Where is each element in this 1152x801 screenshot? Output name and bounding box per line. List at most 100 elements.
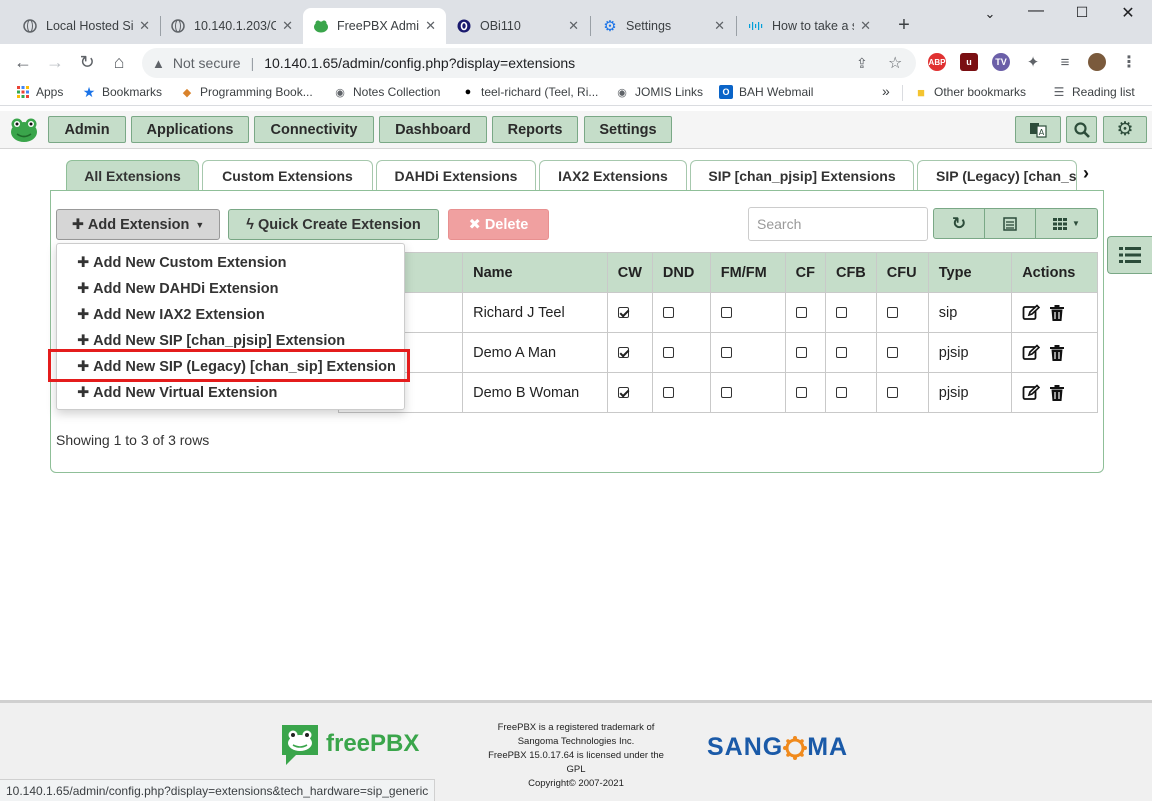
cw-checkbox[interactable] (617, 347, 629, 359)
cf-checkbox[interactable] (795, 347, 807, 359)
gear-icon[interactable]: ⚙ (1103, 116, 1147, 143)
search-icon[interactable] (1066, 116, 1097, 143)
share-icon[interactable]: ⇪ (856, 55, 868, 72)
refresh-button[interactable]: ↻ (933, 208, 985, 239)
browser-tab-how-to[interactable]: How to take a s ✕ (738, 8, 881, 44)
bookmark-teel-richard[interactable]: ● teel-richard (Teel, Ri... (461, 85, 599, 99)
browser-tab-local-hosted[interactable]: Local Hosted Si ✕ (12, 8, 160, 44)
column-header-cfu[interactable]: CFU (875, 252, 929, 293)
language-icon[interactable]: A (1015, 116, 1061, 143)
other-bookmarks[interactable]: ■ Other bookmarks (914, 85, 1026, 100)
tab-dahdi-extensions[interactable]: DAHDi Extensions (376, 160, 536, 191)
trash-icon[interactable] (1048, 384, 1066, 402)
browser-tab-10-140-1-203[interactable]: 10.140.1.203/C ✕ (160, 8, 303, 44)
trash-icon[interactable] (1048, 344, 1066, 362)
trash-icon[interactable] (1048, 304, 1066, 322)
profile-avatar[interactable] (1088, 53, 1106, 71)
column-header-cf[interactable]: CF (784, 252, 826, 293)
bookmark-notes-collection[interactable]: ◉ Notes Collection (333, 85, 440, 99)
maximize-icon[interactable]: ☐ (1070, 4, 1094, 21)
close-icon[interactable]: ✕ (139, 18, 150, 34)
tabs-scroll-right-chevron-icon[interactable]: › (1083, 163, 1089, 184)
column-header-cw[interactable]: CW (606, 252, 653, 293)
tab-sip-legacy-extensions[interactable]: SIP (Legacy) [chan_sip] Extensions (917, 160, 1077, 191)
browser-tab-obi110[interactable]: OBi110 ✕ (446, 8, 589, 44)
forward-arrow-icon[interactable]: → (44, 52, 66, 72)
column-header-fmfm[interactable]: FM/FM (709, 252, 786, 293)
edit-icon[interactable] (1022, 343, 1041, 362)
edit-icon[interactable] (1022, 303, 1041, 322)
tab-custom-extensions[interactable]: Custom Extensions (202, 160, 373, 191)
tab-iax2-extensions[interactable]: IAX2 Extensions (539, 160, 687, 191)
columns-button[interactable]: ▼ (1035, 208, 1098, 239)
column-header-dnd[interactable]: DND (651, 252, 711, 293)
cfu-checkbox[interactable] (886, 347, 898, 359)
bookmark-bookmarks[interactable]: ★ Bookmarks (82, 84, 162, 100)
browser-tab-settings[interactable]: ⚙ Settings ✕ (592, 8, 735, 44)
omnibox[interactable]: ▲ Not secure | 10.140.1.65/admin/config.… (142, 48, 916, 78)
quick-create-extension-button[interactable]: ϟ Quick Create Extension (228, 209, 439, 240)
dnd-checkbox[interactable] (662, 347, 674, 359)
fmfm-checkbox[interactable] (720, 307, 732, 319)
adblock-plus-icon[interactable]: ABP (928, 53, 946, 71)
menu-item-add-custom-extension[interactable]: ✚ Add New Custom Extension (77, 250, 287, 276)
warning-triangle-icon[interactable]: ▲ (152, 56, 165, 71)
reload-icon[interactable]: ↻ (76, 52, 98, 72)
menu-item-add-virtual-extension[interactable]: ✚ Add New Virtual Extension (77, 380, 277, 406)
dnd-checkbox[interactable] (662, 387, 674, 399)
close-icon[interactable]: ✕ (425, 18, 436, 34)
dnd-checkbox[interactable] (662, 307, 674, 319)
cw-checkbox[interactable] (617, 307, 629, 319)
close-icon[interactable]: ✕ (568, 18, 579, 34)
cfb-checkbox[interactable] (835, 387, 847, 399)
extensions-puzzle-icon[interactable]: ✦ (1024, 53, 1042, 71)
media-control-icon[interactable]: ≡ (1056, 53, 1074, 71)
tv-extension-icon[interactable]: TV (992, 53, 1010, 71)
cfu-checkbox[interactable] (886, 387, 898, 399)
nav-reports[interactable]: Reports (492, 116, 578, 143)
sangoma-logo[interactable]: SANG MA (707, 733, 848, 762)
side-menu-toggle-button[interactable] (1107, 236, 1152, 274)
edit-icon[interactable] (1022, 383, 1041, 402)
nav-dashboard[interactable]: Dashboard (379, 116, 487, 143)
bookmark-jomis-links[interactable]: ◉ JOMIS Links (615, 85, 703, 99)
new-tab-button[interactable]: + (892, 14, 916, 37)
tab-sip-pjsip-extensions[interactable]: SIP [chan_pjsip] Extensions (690, 160, 914, 191)
close-window-icon[interactable]: ✕ (1116, 3, 1140, 23)
fmfm-checkbox[interactable] (720, 347, 732, 359)
bookmark-apps[interactable]: Apps (16, 85, 63, 99)
cf-checkbox[interactable] (795, 387, 807, 399)
cfb-checkbox[interactable] (835, 307, 847, 319)
column-header-name[interactable]: Name (462, 252, 608, 293)
nav-admin[interactable]: Admin (48, 116, 126, 143)
menu-item-add-dahdi-extension[interactable]: ✚ Add New DAHDi Extension (77, 276, 278, 302)
home-icon[interactable]: ⌂ (108, 52, 130, 72)
reading-list[interactable]: ☰ Reading list (1052, 85, 1135, 99)
cfu-checkbox[interactable] (886, 307, 898, 319)
column-header-type[interactable]: Type (927, 252, 1013, 293)
tab-all-extensions[interactable]: All Extensions (66, 160, 199, 191)
search-input[interactable] (748, 207, 928, 241)
column-header-cfb[interactable]: CFB (824, 252, 877, 293)
add-extension-button[interactable]: ✚ Add Extension ▼ (56, 209, 220, 240)
freepbx-frog-logo[interactable] (8, 116, 40, 143)
cf-checkbox[interactable] (795, 307, 807, 319)
delete-button[interactable]: ✖ Delete (448, 209, 549, 240)
cw-checkbox[interactable] (617, 387, 629, 399)
close-icon[interactable]: ✕ (860, 18, 871, 34)
bookmark-star-icon[interactable]: ☆ (888, 53, 902, 73)
tab-search-chevron-icon[interactable]: ⌄ (978, 6, 1002, 22)
fmfm-checkbox[interactable] (720, 387, 732, 399)
nav-settings[interactable]: Settings (584, 116, 672, 143)
url-text[interactable]: 10.140.1.65/admin/config.php?display=ext… (264, 55, 575, 71)
browser-tab-freepbx-admin[interactable]: FreePBX Admin ✕ (303, 8, 446, 44)
nav-applications[interactable]: Applications (131, 116, 249, 143)
ublock-icon[interactable]: u (960, 53, 978, 71)
more-bookmarks-chevron[interactable]: » (882, 83, 890, 99)
toggle-view-button[interactable] (984, 208, 1036, 239)
freepbx-footer-logo[interactable]: freePBX (278, 721, 419, 767)
close-icon[interactable]: ✕ (714, 18, 725, 34)
bookmark-programming[interactable]: ◆ Programming Book... (180, 85, 313, 99)
close-icon[interactable]: ✕ (282, 18, 293, 34)
minimize-icon[interactable]: — (1024, 2, 1048, 20)
